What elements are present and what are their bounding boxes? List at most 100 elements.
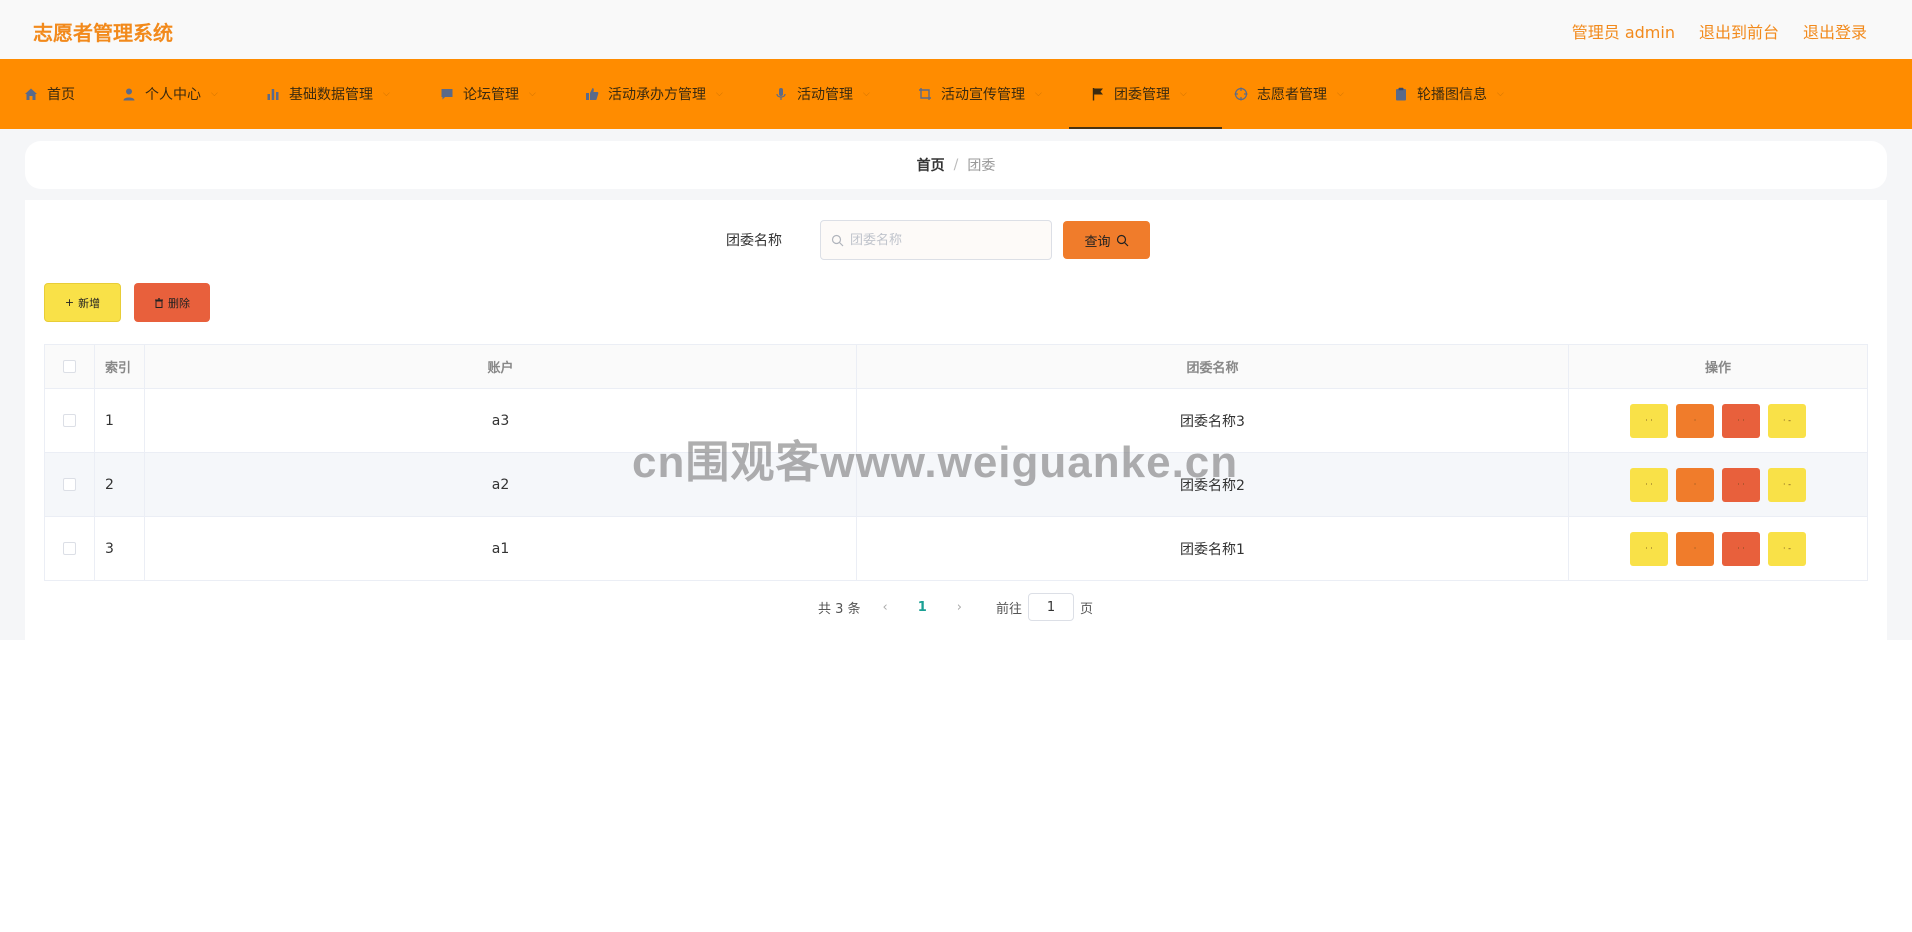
row-checkbox[interactable] <box>63 542 76 555</box>
row-checkbox-cell <box>45 389 95 452</box>
crosshair-icon <box>1234 87 1248 101</box>
nav-label: 个人中心 <box>145 87 201 103</box>
plus-icon: + <box>64 296 75 309</box>
pagination-page[interactable]: 1 <box>918 600 927 615</box>
chevron-down-icon: ⌵ <box>383 89 390 99</box>
nav-item-personal-center[interactable]: 个人中心 ⌵ <box>122 59 218 129</box>
row-name: 团委名称3 <box>857 389 1569 452</box>
search-label: 团委名称 <box>726 233 782 249</box>
top-bar: 志愿者管理系统 管理员 admin 退出到前台 退出登录 <box>0 0 1912 59</box>
column-header-account: 账户 <box>145 345 857 388</box>
exit-to-front-link[interactable]: 退出到前台 <box>1699 19 1779 43</box>
microphone-icon <box>774 87 788 101</box>
crop-icon <box>918 87 932 101</box>
row-checkbox[interactable] <box>63 414 76 427</box>
thumbs-up-icon <box>585 87 599 101</box>
user-icon <box>122 87 136 101</box>
table-header-row: 索引 账户 团委名称 操作 <box>45 345 1867 389</box>
nav-item-forum[interactable]: 论坛管理 ⌵ <box>440 59 536 129</box>
row-edit-button[interactable]: · <box>1676 467 1714 502</box>
row-delete-button[interactable]: · · <box>1722 531 1760 566</box>
nav-label: 基础数据管理 <box>289 87 373 103</box>
pagination-goto-input[interactable] <box>1028 593 1075 621</box>
nav-item-promotion[interactable]: 活动宣传管理 ⌵ <box>918 59 1042 129</box>
row-actions: · · · · · · - <box>1569 389 1867 452</box>
query-button[interactable]: 查询 <box>1063 221 1150 259</box>
table-row: 3 a1 团委名称1 · · · · · · - <box>45 517 1867 581</box>
search-field[interactable] <box>820 220 1052 260</box>
nav-item-home[interactable]: 首页 <box>24 59 75 129</box>
logout-link[interactable]: 退出登录 <box>1803 19 1867 43</box>
row-name: 团委名称2 <box>857 453 1569 516</box>
row-checkbox-cell <box>45 453 95 516</box>
chevron-right-icon[interactable]: › <box>957 600 962 615</box>
home-icon <box>24 87 38 101</box>
row-index: 3 <box>95 517 145 580</box>
trash-icon <box>155 297 163 308</box>
search-icon <box>1116 234 1128 246</box>
select-all-checkbox[interactable] <box>63 360 76 373</box>
row-detail-button[interactable]: · · <box>1630 467 1668 502</box>
nav-item-volunteer[interactable]: 志愿者管理 ⌵ <box>1234 59 1344 129</box>
data-table: 索引 账户 团委名称 操作 1 a3 团委名称3 · · · · · · - 2… <box>44 344 1868 581</box>
chevron-left-icon[interactable]: ‹ <box>883 600 888 615</box>
breadcrumb-current: 团委 <box>967 158 996 174</box>
row-delete-button[interactable]: · · <box>1722 403 1760 438</box>
nav-label: 活动承办方管理 <box>608 87 706 103</box>
nav-item-activity[interactable]: 活动管理 ⌵ <box>774 59 870 129</box>
nav-item-youth-league[interactable]: 团委管理 ⌵ <box>1069 59 1222 129</box>
row-detail-button[interactable]: · · <box>1630 531 1668 566</box>
admin-user-link[interactable]: 管理员 admin <box>1572 19 1675 43</box>
row-actions: · · · · · · - <box>1569 517 1867 580</box>
search-input[interactable] <box>850 232 1030 248</box>
chevron-down-icon: ⌵ <box>1337 89 1344 99</box>
row-delete-button[interactable]: · · <box>1722 467 1760 502</box>
chevron-down-icon: ⌵ <box>1180 89 1187 99</box>
nav-label: 志愿者管理 <box>1257 87 1327 103</box>
pagination: 共 3 条 ‹ 1 › 前往 页 <box>818 593 1093 621</box>
clipboard-icon <box>1394 87 1408 101</box>
query-button-label: 查询 <box>1084 234 1111 250</box>
column-header-name: 团委名称 <box>857 345 1569 388</box>
nav-label: 首页 <box>47 87 75 103</box>
add-button[interactable]: + 新增 <box>44 283 121 322</box>
chat-icon <box>440 87 454 101</box>
header-checkbox-cell <box>45 345 95 388</box>
app-title: 志愿者管理系统 <box>33 21 173 45</box>
column-header-actions: 操作 <box>1704 361 1731 376</box>
row-extra-button[interactable]: · - <box>1768 467 1806 502</box>
chevron-down-icon: ⌵ <box>529 89 536 99</box>
table-row: 2 a2 团委名称2 · · · · · · - <box>45 453 1867 517</box>
bar-chart-icon <box>266 87 280 101</box>
nav-label: 团委管理 <box>1114 87 1170 103</box>
row-checkbox[interactable] <box>63 478 76 491</box>
main-nav: 首页 个人中心 ⌵ 基础数据管理 ⌵ 论坛管理 ⌵ 活动承办方管理 ⌵ 活动管理… <box>0 59 1912 129</box>
row-edit-button[interactable]: · <box>1676 531 1714 566</box>
row-extra-button[interactable]: · - <box>1768 531 1806 566</box>
nav-item-carousel[interactable]: 轮播图信息 ⌵ <box>1394 59 1504 129</box>
row-detail-button[interactable]: · · <box>1630 403 1668 438</box>
nav-label: 活动管理 <box>797 87 853 103</box>
delete-button[interactable]: 删除 <box>134 283 210 322</box>
breadcrumb-separator: / <box>953 157 959 173</box>
breadcrumb: 首页 / 团委 <box>25 141 1887 189</box>
nav-label: 论坛管理 <box>463 87 519 103</box>
chevron-down-icon: ⌵ <box>863 89 870 99</box>
row-extra-button[interactable]: · - <box>1768 403 1806 438</box>
pagination-goto-label: 前往 <box>996 601 1023 617</box>
chevron-down-icon: ⌵ <box>716 89 723 99</box>
table-row: 1 a3 团委名称3 · · · · · · - <box>45 389 1867 453</box>
row-actions: · · · · · · - <box>1569 453 1867 516</box>
row-account: a1 <box>145 517 857 580</box>
nav-item-basic-data[interactable]: 基础数据管理 ⌵ <box>266 59 390 129</box>
nav-item-organizer[interactable]: 活动承办方管理 ⌵ <box>585 59 723 129</box>
chevron-down-icon: ⌵ <box>211 89 218 99</box>
delete-button-label: 删除 <box>168 296 190 310</box>
row-name: 团委名称1 <box>857 517 1569 580</box>
row-account: a2 <box>145 453 857 516</box>
pagination-page-suffix: 页 <box>1080 601 1094 617</box>
breadcrumb-home[interactable]: 首页 <box>917 155 945 175</box>
row-account: a3 <box>145 389 857 452</box>
row-checkbox-cell <box>45 517 95 580</box>
row-edit-button[interactable]: · <box>1676 403 1714 438</box>
